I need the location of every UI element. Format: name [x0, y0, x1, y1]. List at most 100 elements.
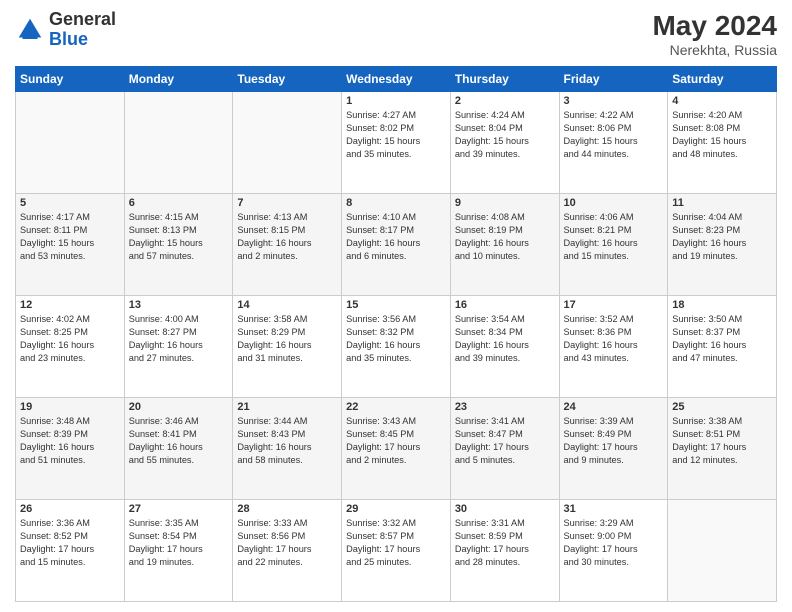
day-info: Sunrise: 3:33 AM Sunset: 8:56 PM Dayligh… — [237, 517, 337, 569]
col-friday: Friday — [559, 67, 668, 92]
day-number: 1 — [346, 95, 446, 107]
day-cell: 18 Sunrise: 3:50 AM Sunset: 8:37 PM Dayli… — [668, 296, 777, 398]
day-number: 16 — [455, 299, 555, 311]
day-number: 19 — [20, 401, 120, 413]
day-info: Sunrise: 3:39 AM Sunset: 8:49 PM Dayligh… — [564, 415, 664, 467]
logo-icon — [15, 15, 45, 45]
day-info: Sunrise: 3:31 AM Sunset: 8:59 PM Dayligh… — [455, 517, 555, 569]
day-info: Sunrise: 4:04 AM Sunset: 8:23 PM Dayligh… — [672, 211, 772, 263]
month-year: May 2024 — [652, 10, 777, 42]
day-info: Sunrise: 3:52 AM Sunset: 8:36 PM Dayligh… — [564, 313, 664, 365]
day-number: 29 — [346, 503, 446, 515]
day-number: 20 — [129, 401, 229, 413]
day-cell: 6 Sunrise: 4:15 AM Sunset: 8:13 PM Daylig… — [124, 194, 233, 296]
day-info: Sunrise: 3:38 AM Sunset: 8:51 PM Dayligh… — [672, 415, 772, 467]
day-info: Sunrise: 3:44 AM Sunset: 8:43 PM Dayligh… — [237, 415, 337, 467]
day-cell: 2 Sunrise: 4:24 AM Sunset: 8:04 PM Daylig… — [450, 92, 559, 194]
day-cell: 29 Sunrise: 3:32 AM Sunset: 8:57 PM Dayli… — [342, 500, 451, 602]
day-number: 2 — [455, 95, 555, 107]
day-number: 31 — [564, 503, 664, 515]
day-info: Sunrise: 4:02 AM Sunset: 8:25 PM Dayligh… — [20, 313, 120, 365]
page: General Blue May 2024 Nerekhta, Russia S… — [0, 0, 792, 612]
day-cell: 8 Sunrise: 4:10 AM Sunset: 8:17 PM Daylig… — [342, 194, 451, 296]
day-cell: 15Sunrise: 3:56 AM Sunset: 8:32 PM Dayli… — [342, 296, 451, 398]
day-number: 5 — [20, 197, 120, 209]
day-cell: 1 Sunrise: 4:27 AM Sunset: 8:02 PM Daylig… — [342, 92, 451, 194]
day-number: 21 — [237, 401, 337, 413]
col-thursday: Thursday — [450, 67, 559, 92]
day-cell: 9 Sunrise: 4:08 AM Sunset: 8:19 PM Daylig… — [450, 194, 559, 296]
day-number: 8 — [346, 197, 446, 209]
day-info: Sunrise: 4:20 AM Sunset: 8:08 PM Dayligh… — [672, 109, 772, 161]
day-info: Sunrise: 4:08 AM Sunset: 8:19 PM Dayligh… — [455, 211, 555, 263]
calendar-table: Sunday Monday Tuesday Wednesday Thursday… — [15, 66, 777, 602]
header-row: Sunday Monday Tuesday Wednesday Thursday… — [16, 67, 777, 92]
day-info: Sunrise: 4:27 AM Sunset: 8:02 PM Dayligh… — [346, 109, 446, 161]
day-info: Sunrise: 4:24 AM Sunset: 8:04 PM Dayligh… — [455, 109, 555, 161]
day-info: Sunrise: 4:10 AM Sunset: 8:17 PM Dayligh… — [346, 211, 446, 263]
day-cell: 26 Sunrise: 3:36 AM Sunset: 8:52 PM Dayli… — [16, 500, 125, 602]
day-cell: 7Sunrise: 4:13 AM Sunset: 8:15 PM Daylig… — [233, 194, 342, 296]
day-cell: 21 Sunrise: 3:44 AM Sunset: 8:43 PM Dayli… — [233, 398, 342, 500]
day-cell: 30 Sunrise: 3:31 AM Sunset: 8:59 PM Dayli… — [450, 500, 559, 602]
day-cell: 31Sunrise: 3:29 AM Sunset: 9:00 PM Dayli… — [559, 500, 668, 602]
day-cell: 4 Sunrise: 4:20 AM Sunset: 8:08 PM Daylig… — [668, 92, 777, 194]
day-number: 11 — [672, 197, 772, 209]
day-cell: 12Sunrise: 4:02 AM Sunset: 8:25 PM Dayli… — [16, 296, 125, 398]
day-cell: 13Sunrise: 4:00 AM Sunset: 8:27 PM Dayli… — [124, 296, 233, 398]
location: Nerekhta, Russia — [652, 42, 777, 58]
day-cell: 28 Sunrise: 3:33 AM Sunset: 8:56 PM Dayli… — [233, 500, 342, 602]
col-monday: Monday — [124, 67, 233, 92]
day-cell: 17 Sunrise: 3:52 AM Sunset: 8:36 PM Dayli… — [559, 296, 668, 398]
day-number: 22 — [346, 401, 446, 413]
day-info: Sunrise: 3:43 AM Sunset: 8:45 PM Dayligh… — [346, 415, 446, 467]
day-info: Sunrise: 4:22 AM Sunset: 8:06 PM Dayligh… — [564, 109, 664, 161]
day-info: Sunrise: 3:41 AM Sunset: 8:47 PM Dayligh… — [455, 415, 555, 467]
day-cell: 25Sunrise: 3:38 AM Sunset: 8:51 PM Dayli… — [668, 398, 777, 500]
day-cell — [668, 500, 777, 602]
day-cell: 14 Sunrise: 3:58 AM Sunset: 8:29 PM Dayli… — [233, 296, 342, 398]
day-cell: 19 Sunrise: 3:48 AM Sunset: 8:39 PM Dayli… — [16, 398, 125, 500]
logo: General Blue — [15, 10, 116, 50]
day-number: 23 — [455, 401, 555, 413]
week-row-1: 5Sunrise: 4:17 AM Sunset: 8:11 PM Daylig… — [16, 194, 777, 296]
title-block: May 2024 Nerekhta, Russia — [652, 10, 777, 58]
day-number: 18 — [672, 299, 772, 311]
day-cell — [124, 92, 233, 194]
day-number: 28 — [237, 503, 337, 515]
day-number: 3 — [564, 95, 664, 107]
day-info: Sunrise: 3:32 AM Sunset: 8:57 PM Dayligh… — [346, 517, 446, 569]
day-cell: 23 Sunrise: 3:41 AM Sunset: 8:47 PM Dayli… — [450, 398, 559, 500]
logo-text: General Blue — [49, 10, 116, 50]
col-sunday: Sunday — [16, 67, 125, 92]
col-wednesday: Wednesday — [342, 67, 451, 92]
day-cell: 27Sunrise: 3:35 AM Sunset: 8:54 PM Dayli… — [124, 500, 233, 602]
day-number: 10 — [564, 197, 664, 209]
day-cell: 11 Sunrise: 4:04 AM Sunset: 8:23 PM Dayli… — [668, 194, 777, 296]
day-info: Sunrise: 3:46 AM Sunset: 8:41 PM Dayligh… — [129, 415, 229, 467]
day-info: Sunrise: 3:56 AM Sunset: 8:32 PM Dayligh… — [346, 313, 446, 365]
day-info: Sunrise: 3:58 AM Sunset: 8:29 PM Dayligh… — [237, 313, 337, 365]
day-cell: 3 Sunrise: 4:22 AM Sunset: 8:06 PM Daylig… — [559, 92, 668, 194]
day-number: 4 — [672, 95, 772, 107]
week-row-3: 19 Sunrise: 3:48 AM Sunset: 8:39 PM Dayli… — [16, 398, 777, 500]
day-info: Sunrise: 3:36 AM Sunset: 8:52 PM Dayligh… — [20, 517, 120, 569]
day-number: 9 — [455, 197, 555, 209]
day-cell — [233, 92, 342, 194]
day-info: Sunrise: 3:50 AM Sunset: 8:37 PM Dayligh… — [672, 313, 772, 365]
day-info: Sunrise: 3:48 AM Sunset: 8:39 PM Dayligh… — [20, 415, 120, 467]
day-number: 6 — [129, 197, 229, 209]
day-number: 30 — [455, 503, 555, 515]
logo-blue: Blue — [49, 29, 88, 49]
day-info: Sunrise: 4:15 AM Sunset: 8:13 PM Dayligh… — [129, 211, 229, 263]
week-row-0: 1 Sunrise: 4:27 AM Sunset: 8:02 PM Daylig… — [16, 92, 777, 194]
day-number: 24 — [564, 401, 664, 413]
day-cell: 24 Sunrise: 3:39 AM Sunset: 8:49 PM Dayli… — [559, 398, 668, 500]
header: General Blue May 2024 Nerekhta, Russia — [15, 10, 777, 58]
logo-general: General — [49, 9, 116, 29]
col-tuesday: Tuesday — [233, 67, 342, 92]
week-row-2: 12Sunrise: 4:02 AM Sunset: 8:25 PM Dayli… — [16, 296, 777, 398]
day-number: 26 — [20, 503, 120, 515]
day-number: 17 — [564, 299, 664, 311]
day-number: 14 — [237, 299, 337, 311]
